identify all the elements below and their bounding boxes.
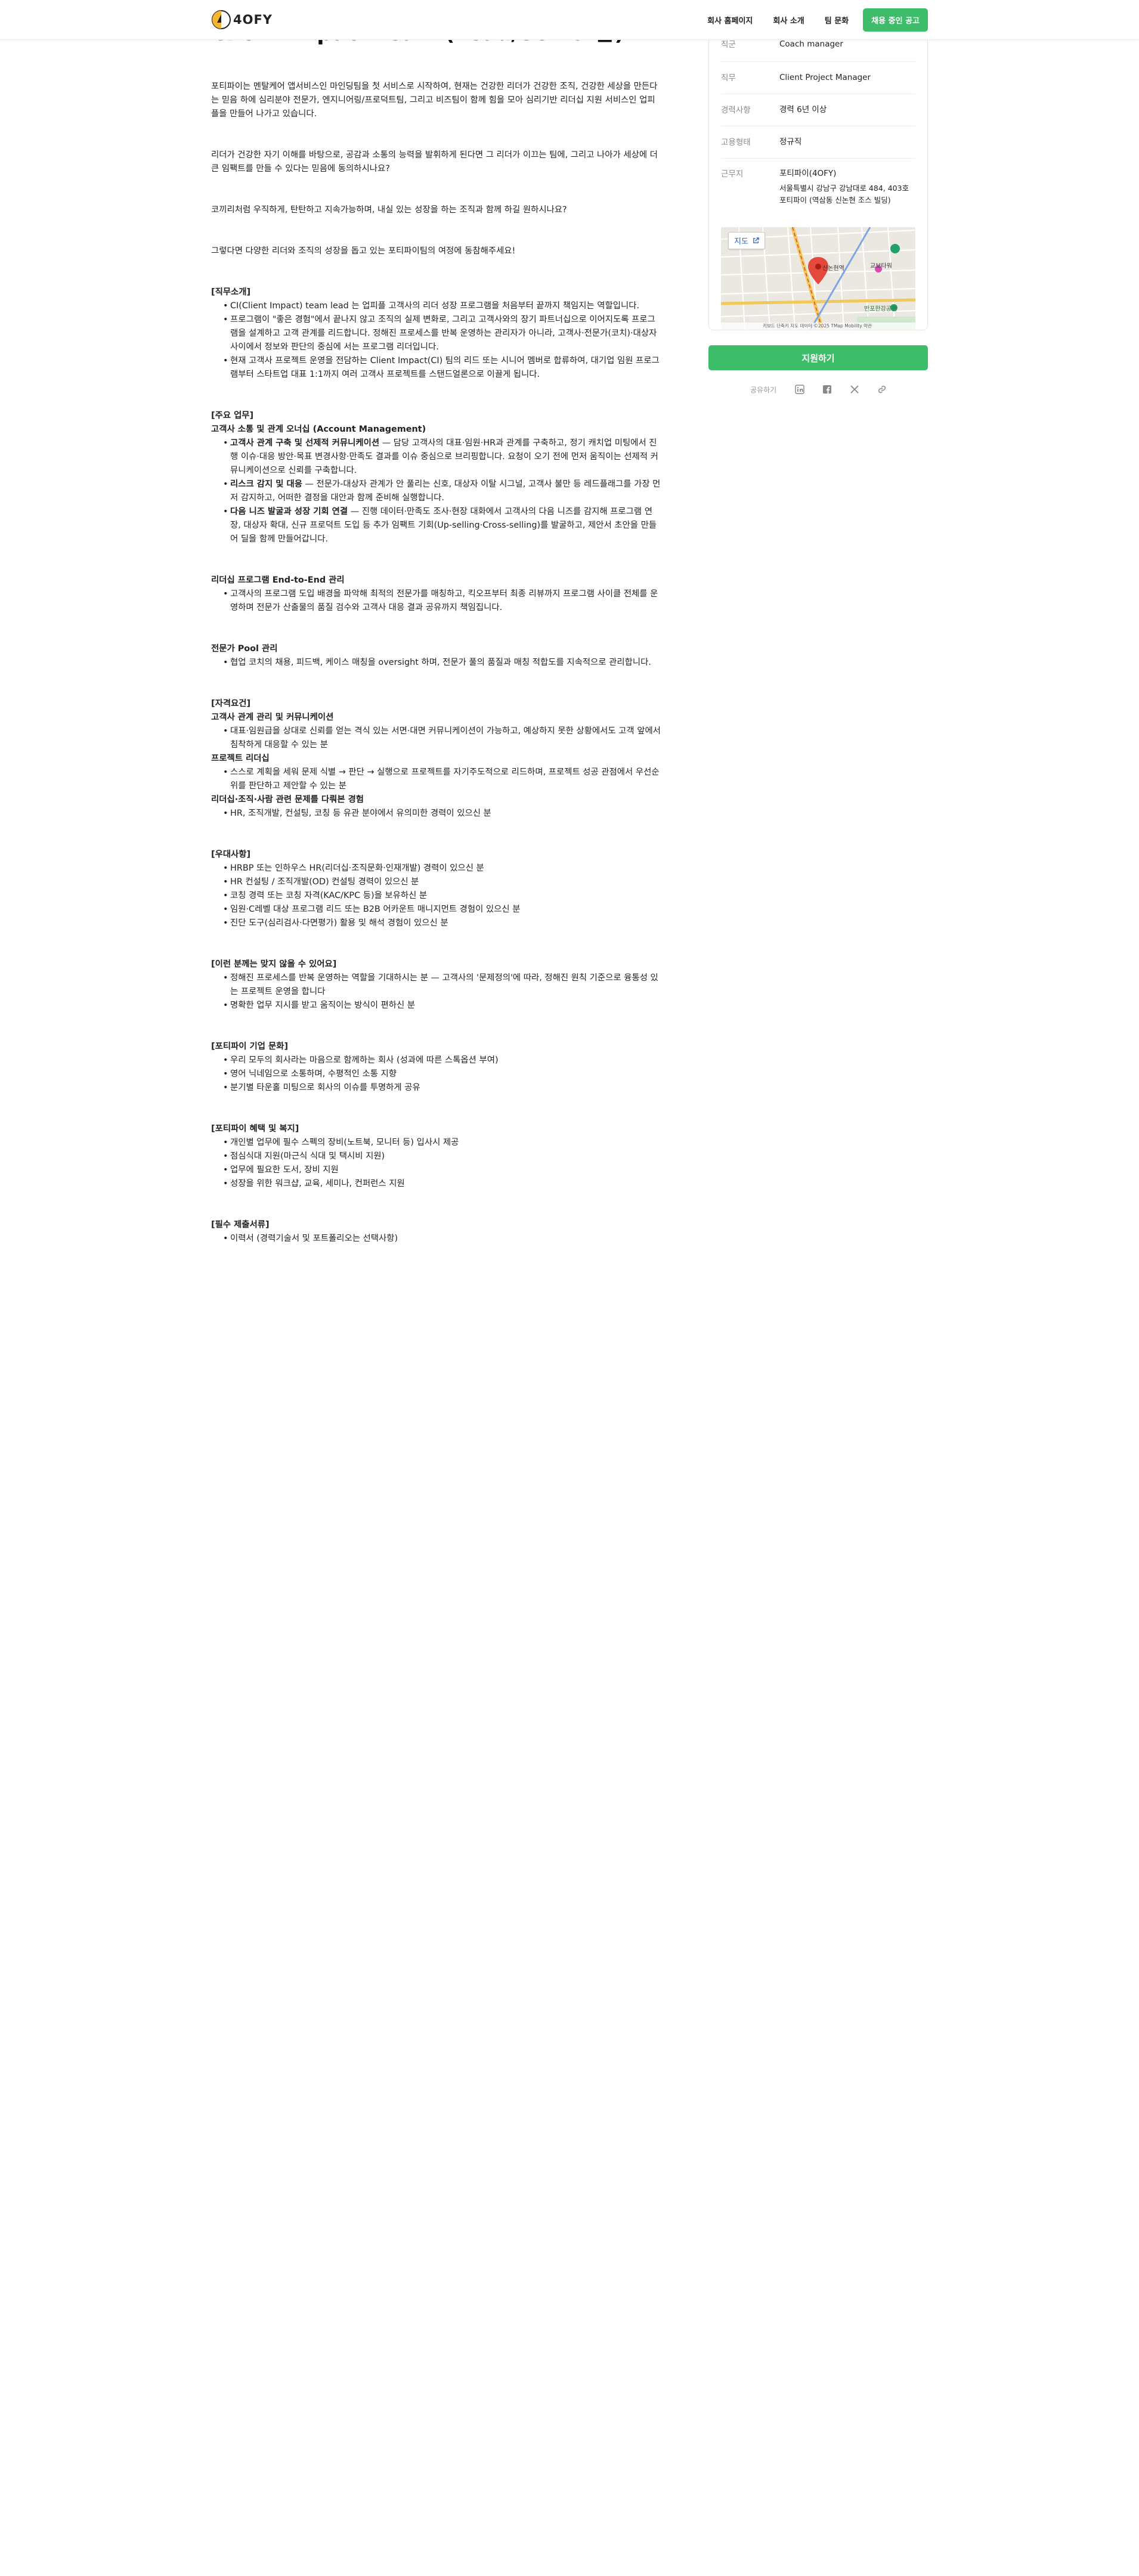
- info-label: 경력사항: [721, 106, 751, 115]
- section-title-qualifications: [자격요건]: [211, 699, 251, 708]
- map-label: 반포한강공원: [864, 306, 897, 312]
- intro-paragraph: 코끼리처럼 우직하게, 탄탄하고 지속가능하며, 내실 있는 성장을 하는 조직…: [211, 205, 567, 215]
- info-row-job-role: 직무 Client Project Manager: [721, 62, 915, 94]
- external-link-icon: [753, 237, 759, 243]
- list-item: 점심식대 지원(마근식 식대 및 택시비 지원): [223, 1150, 663, 1163]
- apply-button[interactable]: 지원하기: [708, 345, 928, 370]
- section-title-role-intro: [직무소개]: [211, 287, 251, 297]
- link-icon[interactable]: [875, 383, 889, 396]
- info-label: 근무지: [721, 169, 744, 179]
- list-item: 프로그램이 "좋은 경험"에서 끝나지 않고 조직의 실제 변화로, 그리고 고…: [223, 313, 663, 354]
- linkedin-icon[interactable]: [793, 383, 806, 396]
- nav-company-intro[interactable]: 회사 소개: [767, 9, 810, 31]
- logo-text: 4OFY: [233, 13, 273, 27]
- list-item: 성장을 위한 워크샵, 교육, 세미나, 컨퍼런스 지원: [223, 1177, 663, 1191]
- list-item: 고객사 관계 구축 및 선제적 커뮤니케이션 — 담당 고객사의 대표·임원·H…: [223, 436, 663, 478]
- subsection-title: 고객사 관계 관리 및 커뮤니케이션: [211, 713, 334, 722]
- task-list: 협업 코치의 채용, 피드백, 케이스 매칭을 oversight 하며, 전문…: [211, 656, 663, 670]
- logo-mark-icon: [212, 10, 231, 29]
- list-item: 업무에 필요한 도서, 장비 지원: [223, 1163, 663, 1177]
- share-bar: 공유하기: [750, 383, 889, 396]
- list-item: 진단 도구(심리검사·다면평가) 활용 및 해석 경험이 있으신 분: [223, 917, 663, 930]
- info-value: 정규직: [779, 137, 802, 147]
- list-item: 코칭 경력 또는 코칭 자격(KAC/KPC 등)을 보유하신 분: [223, 889, 663, 903]
- list-item: 협업 코치의 채용, 피드백, 케이스 매칭을 oversight 하며, 전문…: [223, 656, 663, 670]
- location-address: 서울특별시 강남구 강남대로 484, 403호 포티파이 (역삼동 신논현 조…: [779, 184, 909, 205]
- list-item: 대표·임원급을 상대로 신뢰를 얻는 격식 있는 서면·대면 커뮤니케이션이 가…: [223, 724, 663, 752]
- list-item: 분기별 타운홀 미팅으로 회사의 이슈를 투명하게 공유: [223, 1081, 663, 1095]
- list-item: 정해진 프로세스를 반복 운영하는 역할을 기대하시는 분 — 고객사의 '문제…: [223, 971, 663, 999]
- list-item: 스스로 계획을 세워 문제 식별 → 판단 → 실행으로 프로젝트를 자기주도적…: [223, 766, 663, 793]
- subsection-title: 리더십·조직·사람 관련 문제를 다뤄본 경험: [211, 795, 364, 804]
- list-item: 고객사의 프로그램 도입 배경을 파악해 최적의 전문가를 매칭하고, 킥오프부…: [223, 587, 663, 615]
- list-item: 임원·C레벨 대상 프로그램 리드 또는 B2B 어카운트 매니지먼트 경험이 …: [223, 903, 663, 917]
- nav-company-homepage[interactable]: 회사 홈페이지: [701, 9, 759, 31]
- not-fit-list: 정해진 프로세스를 반복 운영하는 역할을 기대하시는 분 — 고객사의 '문제…: [211, 971, 663, 1013]
- location-name: 포티파이(4OFY): [779, 169, 837, 178]
- info-row-location: 근무지 포티파이(4OFY) 서울특별시 강남구 강남대로 484, 403호 …: [721, 159, 915, 225]
- list-item: 현재 고객사 프로젝트 운영을 전담하는 Client Impact(CI) 팀…: [223, 354, 663, 382]
- info-row-experience: 경력사항 경력 6년 이상: [721, 94, 915, 126]
- info-value: 경력 6년 이상: [779, 105, 827, 114]
- qualification-list: 스스로 계획을 세워 문제 식별 → 판단 → 실행으로 프로젝트를 자기주도적…: [211, 766, 663, 793]
- list-item: 이력서 (경력기술서 및 포트폴리오는 선택사항): [223, 1232, 663, 1246]
- nav-team-culture[interactable]: 팀 문화: [819, 9, 855, 31]
- list-item: HR, 조직개발, 컨설팅, 코칭 등 유관 분야에서 유의미한 경력이 있으신…: [223, 807, 663, 821]
- list-item: HRBP 또는 인하우스 HR(리더십·조직문화·인재개발) 경력이 있으신 분: [223, 862, 663, 875]
- job-info-card: 직군 Coach manager 직무 Client Project Manag…: [708, 0, 928, 330]
- task-list: 고객사 관계 구축 및 선제적 커뮤니케이션 — 담당 고객사의 대표·임원·H…: [211, 436, 663, 546]
- role-intro-list: CI(Client Impact) team lead 는 업피플 고객사의 리…: [211, 299, 663, 382]
- list-item: 개인별 업무에 필수 스펙의 장비(노트북, 모니터 등) 입사시 제공: [223, 1136, 663, 1150]
- location-map[interactable]: 지도 신논현역 교보타워 반포한강공원 키보드 단축키 지도 데이터 ©2025…: [721, 227, 915, 330]
- info-value: Client Project Manager: [779, 73, 871, 82]
- list-item: 영어 닉네임으로 소통하며, 수평적인 소통 지향: [223, 1067, 663, 1081]
- top-nav: 회사 홈페이지 회사 소개 팀 문화 채용 중인 공고: [701, 8, 928, 32]
- preferred-list: HRBP 또는 인하우스 HR(리더십·조직문화·인재개발) 경력이 있으신 분…: [211, 862, 663, 930]
- x-icon[interactable]: [848, 383, 861, 396]
- info-label: 고용형태: [721, 138, 751, 147]
- section-title-not-fit: [이런 분께는 맞지 않을 수 있어요]: [211, 959, 337, 969]
- culture-list: 우리 모두의 회사라는 마음으로 함께하는 회사 (성과에 따른 스톡옵션 부여…: [211, 1054, 663, 1095]
- subsection-title: 전문가 Pool 관리: [211, 644, 278, 654]
- facebook-icon[interactable]: [821, 383, 834, 396]
- list-item: 우리 모두의 회사라는 마음으로 함께하는 회사 (성과에 따른 스톡옵션 부여…: [223, 1054, 663, 1067]
- list-item: CI(Client Impact) team lead 는 업피플 고객사의 리…: [223, 299, 663, 313]
- subsection-title: 프로젝트 리더십: [211, 754, 270, 763]
- map-label: 교보타워: [870, 263, 892, 270]
- info-row-employment-type: 고용형태 정규직: [721, 126, 915, 159]
- job-body: 포티파이는 멘탈케어 앱서비스인 마인딩팀을 첫 서비스로 시작하여, 현재는 …: [211, 80, 663, 1246]
- qualification-list: HR, 조직개발, 컨설팅, 코칭 등 유관 분야에서 유의미한 경력이 있으신…: [211, 807, 663, 821]
- section-title-preferred: [우대사항]: [211, 850, 251, 859]
- section-title-benefits: [포티파이 혜택 및 복지]: [211, 1124, 299, 1134]
- section-title-culture: [포티파이 기업 문화]: [211, 1042, 289, 1051]
- section-title-documents: [필수 제출서류]: [211, 1220, 270, 1230]
- subsection-title: 고객사 소통 및 관계 오너십 (Account Management): [211, 425, 426, 434]
- intro-paragraph: 그렇다면 다양한 리더와 조직의 성장을 돕고 있는 포티파이팀의 여정에 동참…: [211, 246, 516, 256]
- open-positions-button[interactable]: 채용 중인 공고: [863, 8, 928, 32]
- qualification-list: 대표·임원급을 상대로 신뢰를 얻는 격식 있는 서면·대면 커뮤니케이션이 가…: [211, 724, 663, 752]
- section-title-main-tasks: [주요 업무]: [211, 411, 254, 420]
- share-label: 공유하기: [750, 385, 777, 394]
- intro-paragraph: 리더가 건강한 자기 이해를 바탕으로, 공감과 소통의 능력을 발휘하게 된다…: [211, 150, 658, 174]
- list-item: 다음 니즈 발굴과 성장 기회 연결 — 진행 데이터·만족도 조사·현장 대화…: [223, 505, 663, 546]
- company-logo[interactable]: 4OFY: [211, 8, 273, 31]
- documents-list: 이력서 (경력기술서 및 포트폴리오는 선택사항): [211, 1232, 663, 1246]
- map-label: 신논현역: [822, 265, 844, 272]
- benefits-list: 개인별 업무에 필수 스펙의 장비(노트북, 모니터 등) 입사시 제공 점심식…: [211, 1136, 663, 1191]
- list-item: 리스크 감지 및 대응 — 전문가-대상자 관계가 안 풀리는 신호, 대상자 …: [223, 478, 663, 505]
- top-header: 4OFY 회사 홈페이지 회사 소개 팀 문화 채용 중인 공고: [0, 0, 1139, 40]
- list-item: HR 컨설팅 / 조직개발(OD) 컨설팅 경력이 있으신 분: [223, 875, 663, 889]
- task-list: 고객사의 프로그램 도입 배경을 파악해 최적의 전문가를 매칭하고, 킥오프부…: [211, 587, 663, 615]
- intro-paragraph: 포티파이는 멘탈케어 앱서비스인 마인딩팀을 첫 서비스로 시작하여, 현재는 …: [211, 82, 658, 119]
- map-attribution: 키보드 단축키 지도 데이터 ©2025 TMap Mobility 약관: [763, 323, 872, 329]
- open-map-button[interactable]: 지도: [728, 232, 766, 249]
- list-item: 명확한 업무 지시를 받고 움직이는 방식이 편하신 분: [223, 999, 663, 1013]
- info-label: 직무: [721, 73, 736, 83]
- subsection-title: 리더십 프로그램 End-to-End 관리: [211, 575, 345, 585]
